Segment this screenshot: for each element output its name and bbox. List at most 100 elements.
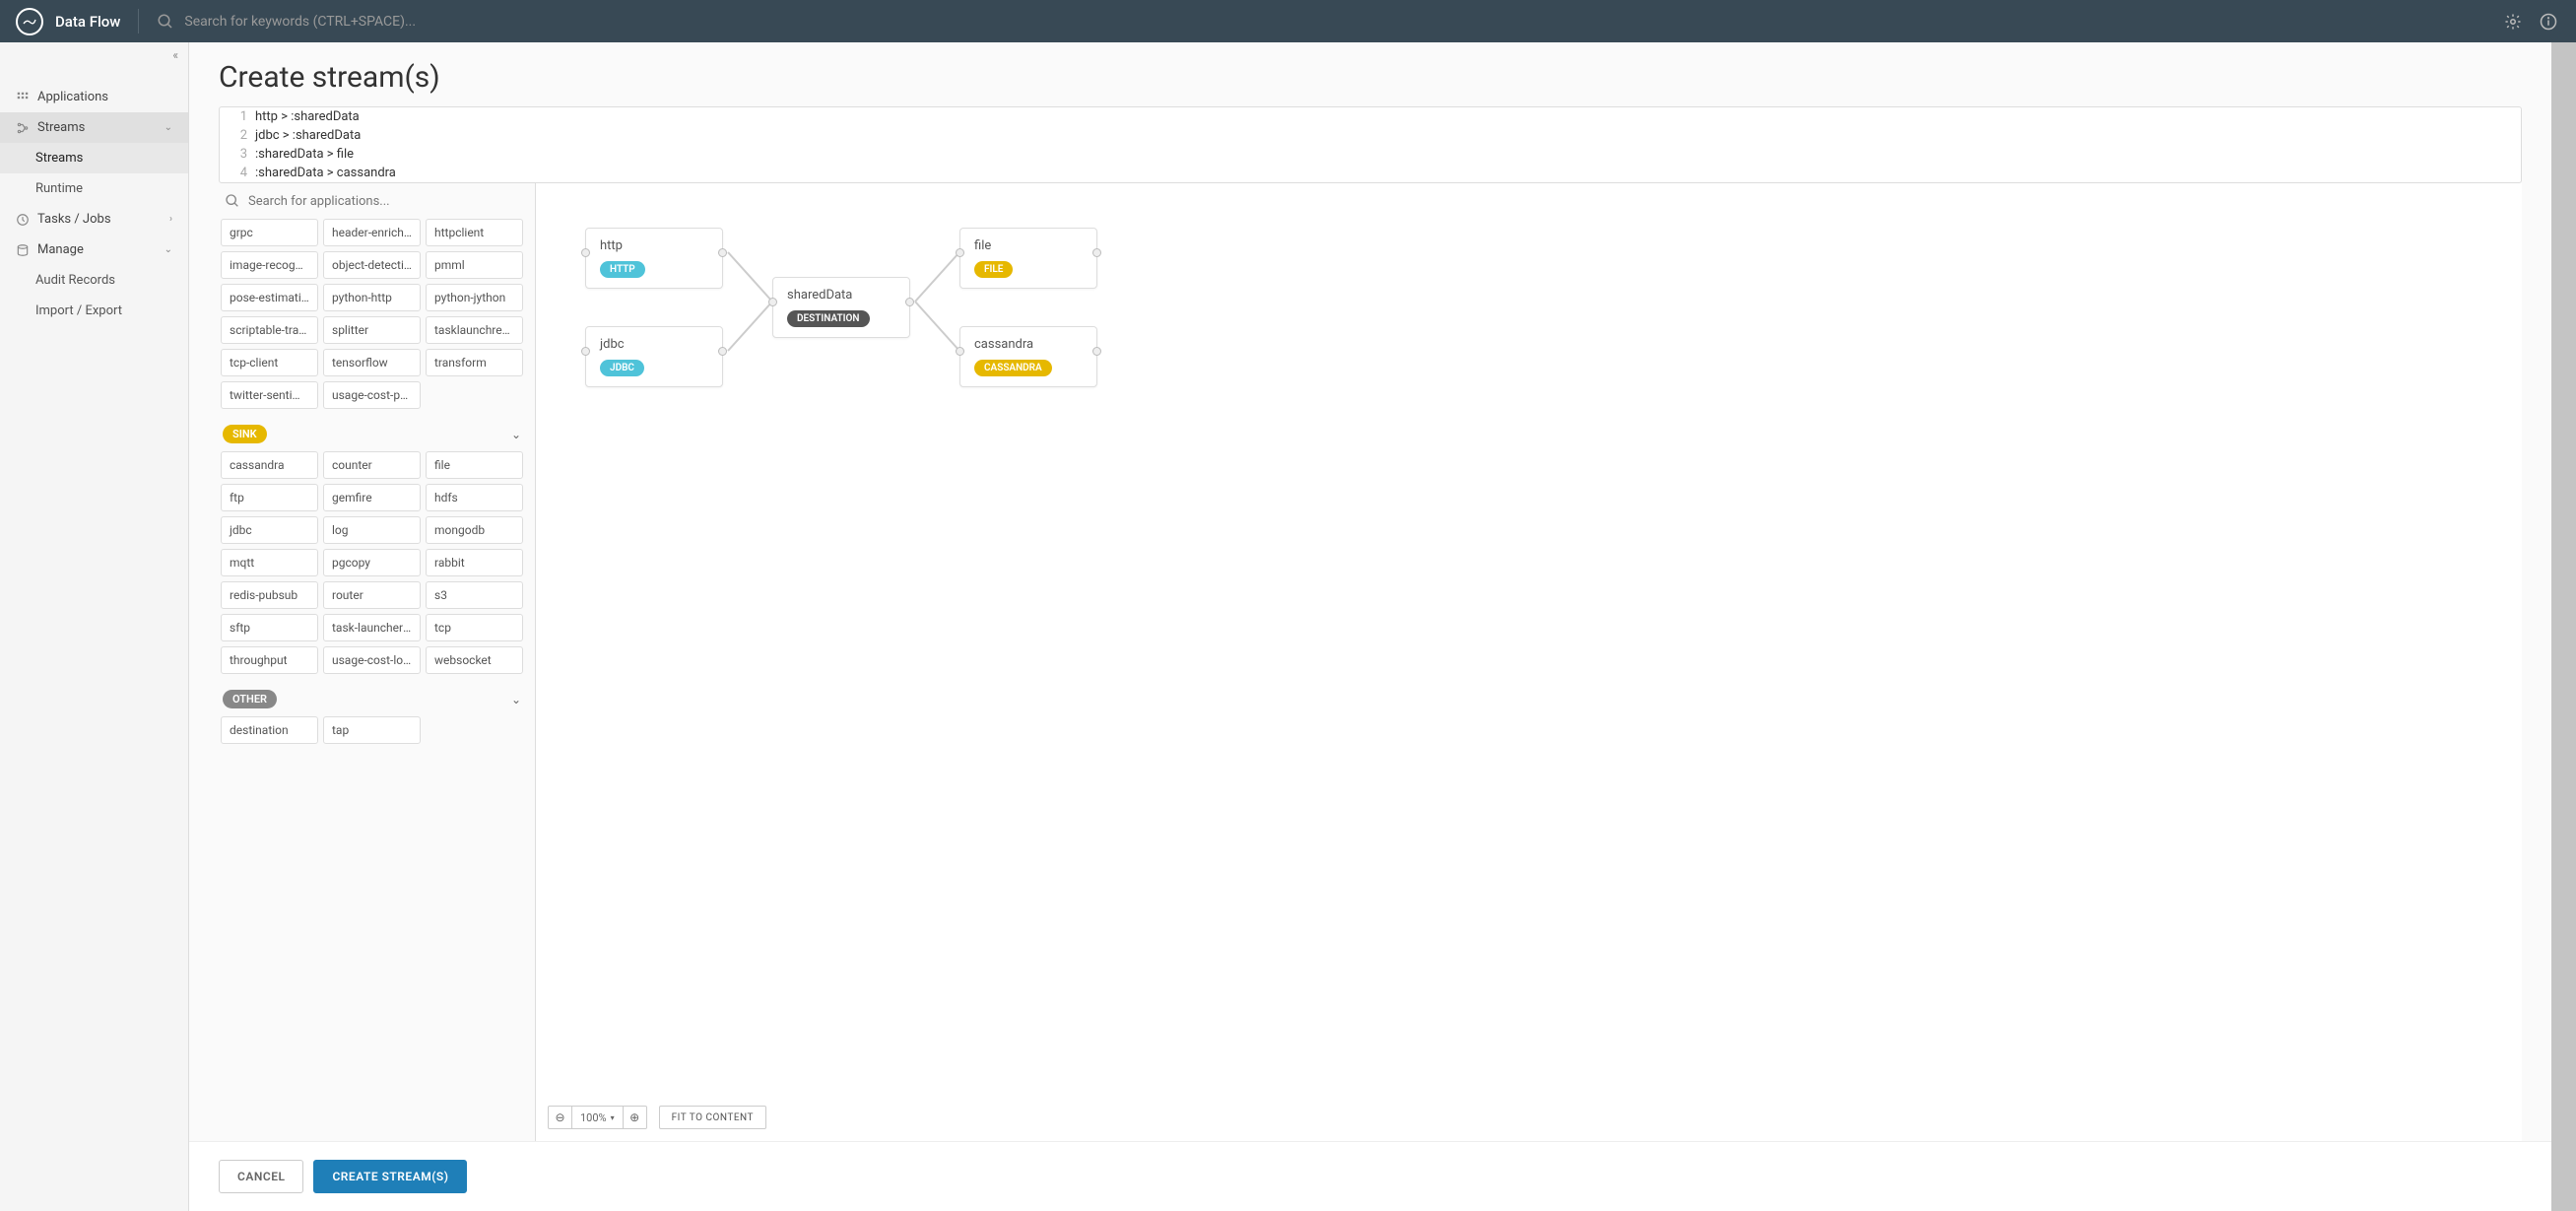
palette-app[interactable]: counter bbox=[323, 451, 421, 479]
node-handle-left[interactable] bbox=[581, 347, 590, 356]
canvas-node[interactable]: sharedDataDESTINATION bbox=[772, 277, 910, 338]
palette-app[interactable]: rabbit bbox=[426, 549, 523, 576]
palette-app[interactable]: s3 bbox=[426, 581, 523, 609]
palette-app[interactable]: python-http bbox=[323, 284, 421, 311]
palette-search[interactable] bbox=[219, 183, 535, 219]
palette-app[interactable]: tap bbox=[323, 716, 421, 744]
palette-app[interactable]: tcp-client bbox=[221, 349, 318, 376]
clock-icon bbox=[16, 213, 30, 227]
canvas-edge[interactable] bbox=[728, 302, 772, 351]
palette-app[interactable]: usage-cost-proc… bbox=[323, 381, 421, 409]
canvas-edge[interactable] bbox=[915, 252, 959, 302]
node-type-pill: CASSANDRA bbox=[974, 360, 1052, 376]
topbar: Data Flow bbox=[0, 0, 2576, 42]
palette-app[interactable]: python-jython bbox=[426, 284, 523, 311]
create-stream-button[interactable]: CREATE STREAM(S) bbox=[313, 1160, 467, 1193]
sidebar-item-streams[interactable]: Streams ⌄ bbox=[0, 112, 188, 143]
palette-app[interactable]: file bbox=[426, 451, 523, 479]
global-search[interactable] bbox=[157, 13, 2501, 31]
palette-app[interactable]: twitter-sentiment bbox=[221, 381, 318, 409]
canvas-node[interactable]: fileFILE bbox=[959, 228, 1097, 289]
palette-app[interactable]: router bbox=[323, 581, 421, 609]
sidebar-label: Tasks / Jobs bbox=[37, 212, 111, 227]
palette-app[interactable]: scriptable-transf… bbox=[221, 316, 318, 344]
sidebar-subitem-streams[interactable]: Streams bbox=[0, 143, 188, 173]
node-handle-right[interactable] bbox=[1092, 347, 1101, 356]
palette-app[interactable]: object-detection bbox=[323, 251, 421, 279]
gear-icon bbox=[2504, 13, 2522, 31]
palette-app[interactable]: gemfire bbox=[323, 484, 421, 511]
zoom-level[interactable]: 100% ▾ bbox=[572, 1111, 623, 1124]
palette-app[interactable]: websocket bbox=[426, 646, 523, 674]
palette-app[interactable]: transform bbox=[426, 349, 523, 376]
palette-app[interactable]: pose-estimation bbox=[221, 284, 318, 311]
palette-app[interactable]: redis-pubsub bbox=[221, 581, 318, 609]
cancel-button[interactable]: CANCEL bbox=[219, 1160, 303, 1193]
palette-app[interactable]: hdfs bbox=[426, 484, 523, 511]
palette-app[interactable]: splitter bbox=[323, 316, 421, 344]
code-line[interactable]: 4:sharedData > cassandra bbox=[220, 164, 2521, 182]
sidebar-subitem-import-export[interactable]: Import / Export bbox=[0, 296, 188, 326]
settings-button[interactable] bbox=[2501, 10, 2525, 34]
palette-app[interactable]: pgcopy bbox=[323, 549, 421, 576]
canvas-edge[interactable] bbox=[915, 302, 959, 351]
code-line[interactable]: 1http > :sharedData bbox=[220, 107, 2521, 126]
line-number: 3 bbox=[220, 145, 255, 164]
logo-icon bbox=[16, 8, 43, 35]
canvas-node[interactable]: jdbcJDBC bbox=[585, 326, 723, 387]
node-handle-left[interactable] bbox=[956, 347, 964, 356]
palette-app[interactable]: image-recogniti… bbox=[221, 251, 318, 279]
canvas-node[interactable]: cassandra CASSANDRA bbox=[959, 326, 1097, 387]
palette-search-input[interactable] bbox=[248, 194, 529, 209]
code-line[interactable]: 2jdbc > :sharedData bbox=[220, 126, 2521, 145]
palette-app[interactable]: tasklaunchreque… bbox=[426, 316, 523, 344]
node-handle-left[interactable] bbox=[956, 248, 964, 257]
palette-app[interactable]: tcp bbox=[426, 614, 523, 641]
palette-category-header[interactable]: OTHER⌄ bbox=[219, 682, 525, 716]
palette-app[interactable]: destination bbox=[221, 716, 318, 744]
zoom-in-button[interactable]: ⊕ bbox=[623, 1107, 646, 1128]
node-handle-right[interactable] bbox=[718, 347, 727, 356]
node-handle-left[interactable] bbox=[581, 248, 590, 257]
palette-app[interactable]: log bbox=[323, 516, 421, 544]
sidebar-item-tasks[interactable]: Tasks / Jobs › bbox=[0, 204, 188, 235]
palette-app[interactable]: grpc bbox=[221, 219, 318, 246]
palette-app[interactable]: throughput bbox=[221, 646, 318, 674]
palette-app-grid: grpcheader-enricherhttpclient image-recog… bbox=[219, 219, 525, 417]
palette-app[interactable]: tensorflow bbox=[323, 349, 421, 376]
sidebar-item-applications[interactable]: Applications bbox=[0, 82, 188, 112]
canvas-node[interactable]: httpHTTP bbox=[585, 228, 723, 289]
palette-app[interactable]: task-launcher-d… bbox=[323, 614, 421, 641]
palette-app[interactable]: ftp bbox=[221, 484, 318, 511]
node-handle-right[interactable] bbox=[718, 248, 727, 257]
sidebar-subitem-audit[interactable]: Audit Records bbox=[0, 265, 188, 296]
palette-app[interactable]: cassandra bbox=[221, 451, 318, 479]
global-search-input[interactable] bbox=[184, 14, 578, 30]
node-handle-left[interactable] bbox=[768, 298, 777, 306]
palette-app[interactable]: mongodb bbox=[426, 516, 523, 544]
zoom-out-button[interactable]: ⊖ bbox=[549, 1107, 572, 1128]
info-button[interactable] bbox=[2537, 10, 2560, 34]
node-label: cassandra bbox=[974, 337, 1083, 352]
code-line[interactable]: 3:sharedData > file bbox=[220, 145, 2521, 164]
chevron-right-icon: › bbox=[169, 214, 172, 225]
palette-app[interactable]: sftp bbox=[221, 614, 318, 641]
palette-app[interactable]: httpclient bbox=[426, 219, 523, 246]
canvas-edge[interactable] bbox=[728, 252, 772, 302]
palette-app[interactable]: usage-cost-logg… bbox=[323, 646, 421, 674]
collapse-sidebar-button[interactable]: « bbox=[172, 48, 178, 62]
dsl-editor[interactable]: 1http > :sharedData2jdbc > :sharedData3:… bbox=[219, 106, 2522, 183]
flo-canvas[interactable]: ⊖ 100% ▾ ⊕ FIT TO CONTENT httpHTTP jdbcJD… bbox=[536, 183, 2522, 1141]
palette-app[interactable]: pmml bbox=[426, 251, 523, 279]
sidebar-subitem-runtime[interactable]: Runtime bbox=[0, 173, 188, 204]
node-handle-right[interactable] bbox=[1092, 248, 1101, 257]
node-label: sharedData bbox=[787, 288, 895, 303]
palette-app[interactable]: jdbc bbox=[221, 516, 318, 544]
sidebar-item-manage[interactable]: Manage ⌄ bbox=[0, 235, 188, 265]
fit-to-content-button[interactable]: FIT TO CONTENT bbox=[659, 1106, 766, 1129]
node-handle-right[interactable] bbox=[905, 298, 914, 306]
palette-app[interactable]: header-enricher bbox=[323, 219, 421, 246]
palette-category-header[interactable]: SINK⌄ bbox=[219, 417, 525, 451]
palette-app[interactable]: mqtt bbox=[221, 549, 318, 576]
chevron-down-icon: ⌄ bbox=[511, 428, 521, 441]
